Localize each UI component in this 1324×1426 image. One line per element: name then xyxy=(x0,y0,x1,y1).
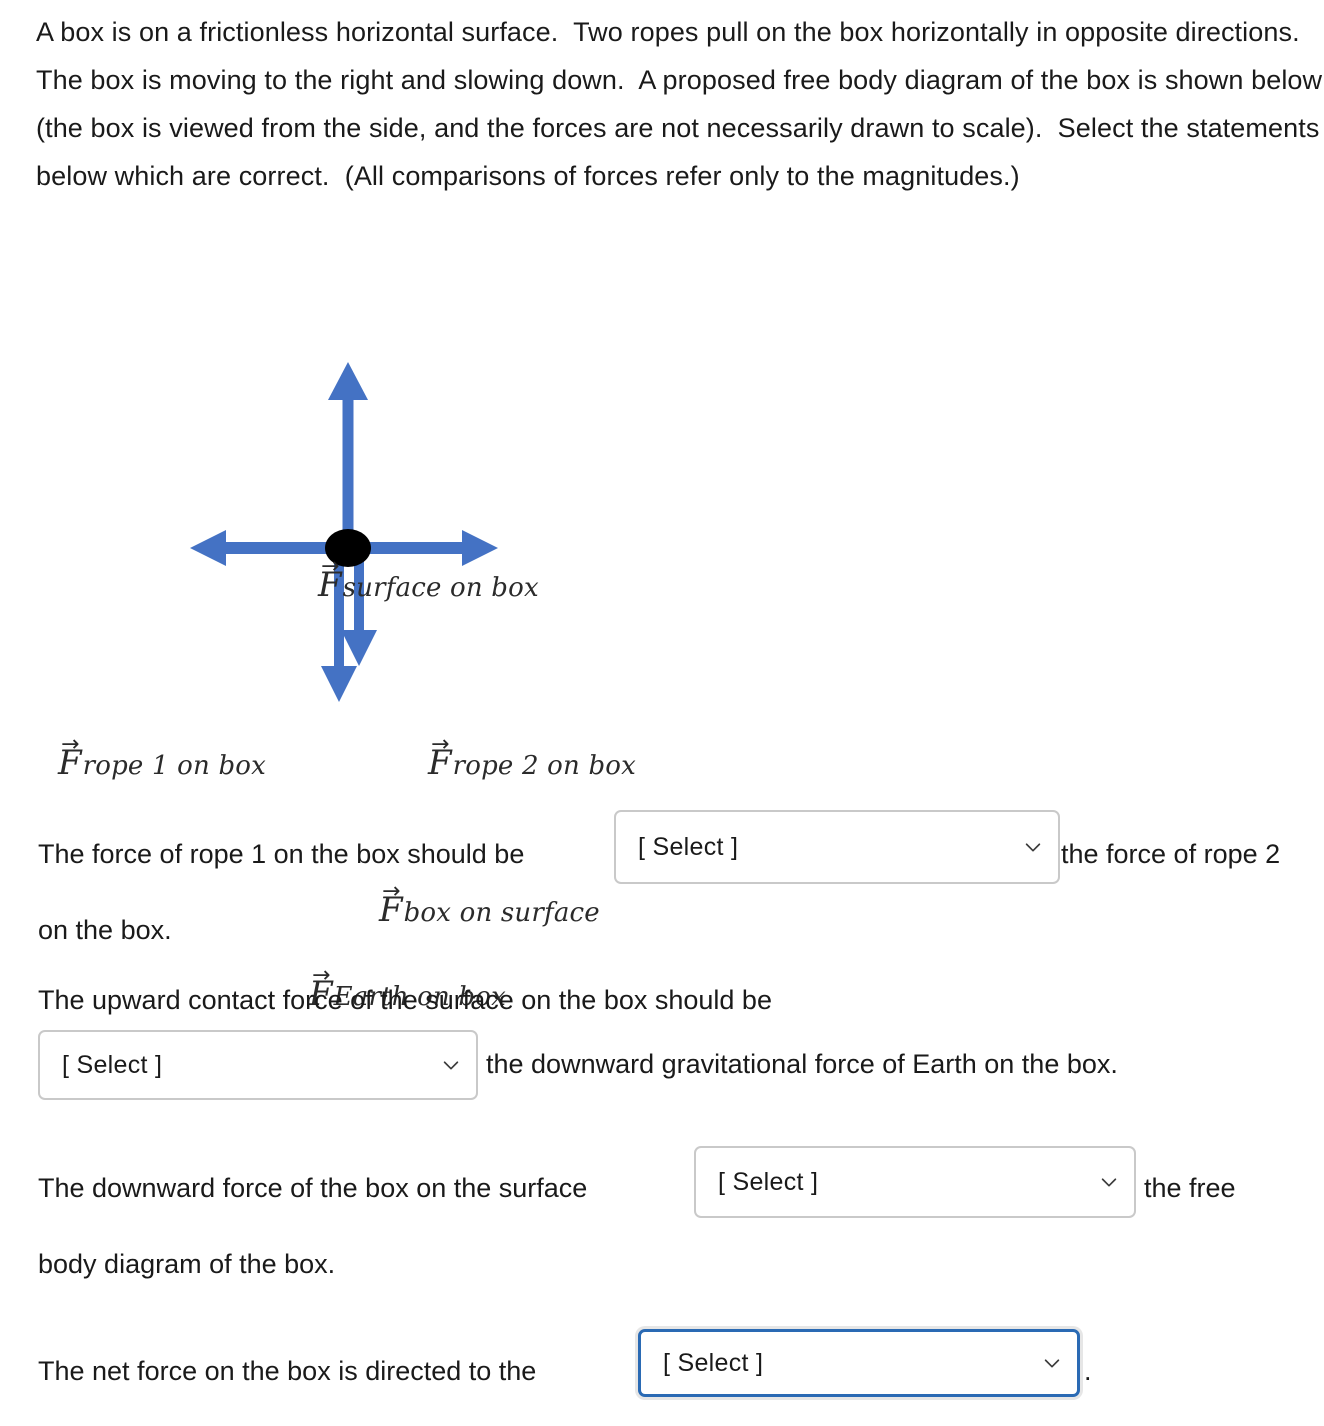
select-value: [ Select ] xyxy=(663,1348,764,1377)
label-f-surface-on-box: → Fsurface on box xyxy=(318,554,539,605)
force-vectors-svg xyxy=(190,362,498,702)
symbol-f: → F xyxy=(318,554,342,605)
label-subscript: surface on box xyxy=(342,573,539,603)
symbol-f: → F xyxy=(428,732,452,783)
vector-arrow-icon: → xyxy=(431,732,449,757)
statement-4-trail-text: . xyxy=(1084,1356,1092,1386)
statement-1-continuation-text: on the box. xyxy=(38,915,172,945)
statement-3-continuation-text: body diagram of the box. xyxy=(38,1249,336,1279)
label-f-rope-1-on-box: → Frope 1 on box xyxy=(58,732,267,783)
statement-1-trail-text: the force of rope 2 xyxy=(1061,839,1281,869)
label-f-rope-2-on-box: → Frope 2 on box xyxy=(428,732,637,783)
select-normal-vs-gravity[interactable]: [ Select ] xyxy=(38,1030,478,1100)
statement-3-lead-text: The downward force of the box on the sur… xyxy=(38,1173,588,1203)
select-net-force-direction[interactable]: [ Select ] xyxy=(638,1329,1080,1397)
statement-2-trail-text: the downward gravitational force of Eart… xyxy=(486,1049,1118,1079)
statement-1-lead-text: The force of rope 1 on the box should be xyxy=(38,839,525,869)
statement-2-lead-text: The upward contact force of the surface … xyxy=(38,985,772,1015)
select-value: [ Select ] xyxy=(62,1050,163,1079)
question-prompt: A box is on a frictionless horizontal su… xyxy=(36,17,1323,191)
statement-4-lead-text: The net force on the box is directed to … xyxy=(38,1356,537,1386)
statement-3-trail-text: the free xyxy=(1144,1173,1236,1203)
chevron-down-icon xyxy=(1044,1359,1060,1368)
select-value: [ Select ] xyxy=(638,832,739,861)
chevron-down-icon xyxy=(1025,843,1041,852)
select-value: [ Select ] xyxy=(718,1167,819,1196)
vector-arrow-icon: → xyxy=(61,732,79,757)
vector-surface-on-box xyxy=(328,362,368,552)
symbol-f: → F xyxy=(58,732,82,783)
free-body-diagram: → Fsurface on box → Frope 1 on box → Frope … xyxy=(0,272,760,1011)
label-f-box-on-surface: → Fbox on surface xyxy=(379,879,600,930)
select-box-on-surface[interactable]: [ Select ] xyxy=(694,1146,1136,1218)
vector-arrow-icon: → xyxy=(382,879,400,904)
vector-arrow-icon: → xyxy=(321,554,339,579)
label-subscript: rope 2 on box xyxy=(452,751,637,781)
label-subscript: rope 1 on box xyxy=(82,751,267,781)
symbol-f: → F xyxy=(379,879,403,930)
select-rope-comparison[interactable]: [ Select ] xyxy=(614,810,1060,884)
chevron-down-icon xyxy=(1101,1178,1117,1187)
chevron-down-icon xyxy=(443,1061,459,1070)
label-subscript: box on surface xyxy=(403,898,600,928)
